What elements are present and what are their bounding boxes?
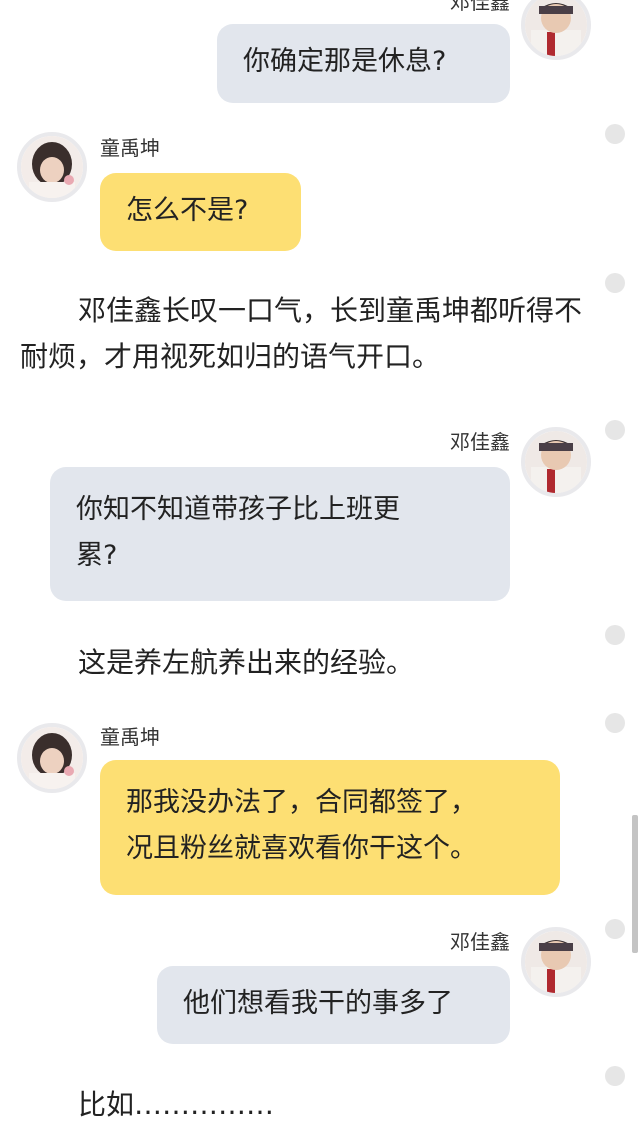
message-bubble[interactable]: 那我没办法了，合同都签了， 况且粉丝就喜欢看你干这个。 [100,760,560,895]
sender-name: 邓佳鑫 [450,930,510,954]
avatar-tongyukun-icon[interactable] [17,723,87,793]
message-bubble[interactable]: 他们想看我干的事多了 [157,966,510,1044]
message-text: 怎么不是? [126,195,249,226]
avatar-dengjiaxin-icon[interactable] [521,427,591,497]
message-text-line: 累? [76,540,118,571]
narration-text: 邓佳鑫长叹一口气，长到童禹坤都听得不耐烦，才用视死如归的语气开口。 [20,294,583,373]
sender-name: 邓佳鑫 [450,430,510,454]
message-text-line: 况且粉丝就喜欢看你干这个。 [126,833,477,864]
dot-icon[interactable] [605,1066,625,1086]
dot-icon[interactable] [605,919,625,939]
message-text: 你确定那是休息? [243,46,447,77]
avatar-tongyukun-icon[interactable] [17,132,87,202]
dot-icon[interactable] [605,124,625,144]
sender-name: 童禹坤 [100,136,160,160]
message-bubble[interactable]: 你知不知道带孩子比上班更 累? [50,467,510,601]
avatar-dengjiaxin-icon[interactable] [521,0,591,60]
narration-text: 比如…………… [78,1088,275,1121]
message-text-line: 你知不知道带孩子比上班更 [76,494,400,525]
dot-icon[interactable] [605,273,625,293]
dot-icon[interactable] [605,420,625,440]
scrollbar[interactable] [632,815,638,953]
avatar-dengjiaxin-icon[interactable] [521,927,591,997]
sender-name: 邓佳鑫 [450,0,510,14]
sender-name: 童禹坤 [100,725,160,749]
message-text: 他们想看我干的事多了 [183,988,453,1019]
message-bubble[interactable]: 你确定那是休息? [217,24,510,103]
dot-icon[interactable] [605,713,625,733]
message-text-line: 那我没办法了，合同都签了， [126,787,477,818]
narration-text: 这是养左航养出来的经验。 [78,646,415,679]
message-bubble[interactable]: 怎么不是? [100,173,301,251]
dot-icon[interactable] [605,625,625,645]
